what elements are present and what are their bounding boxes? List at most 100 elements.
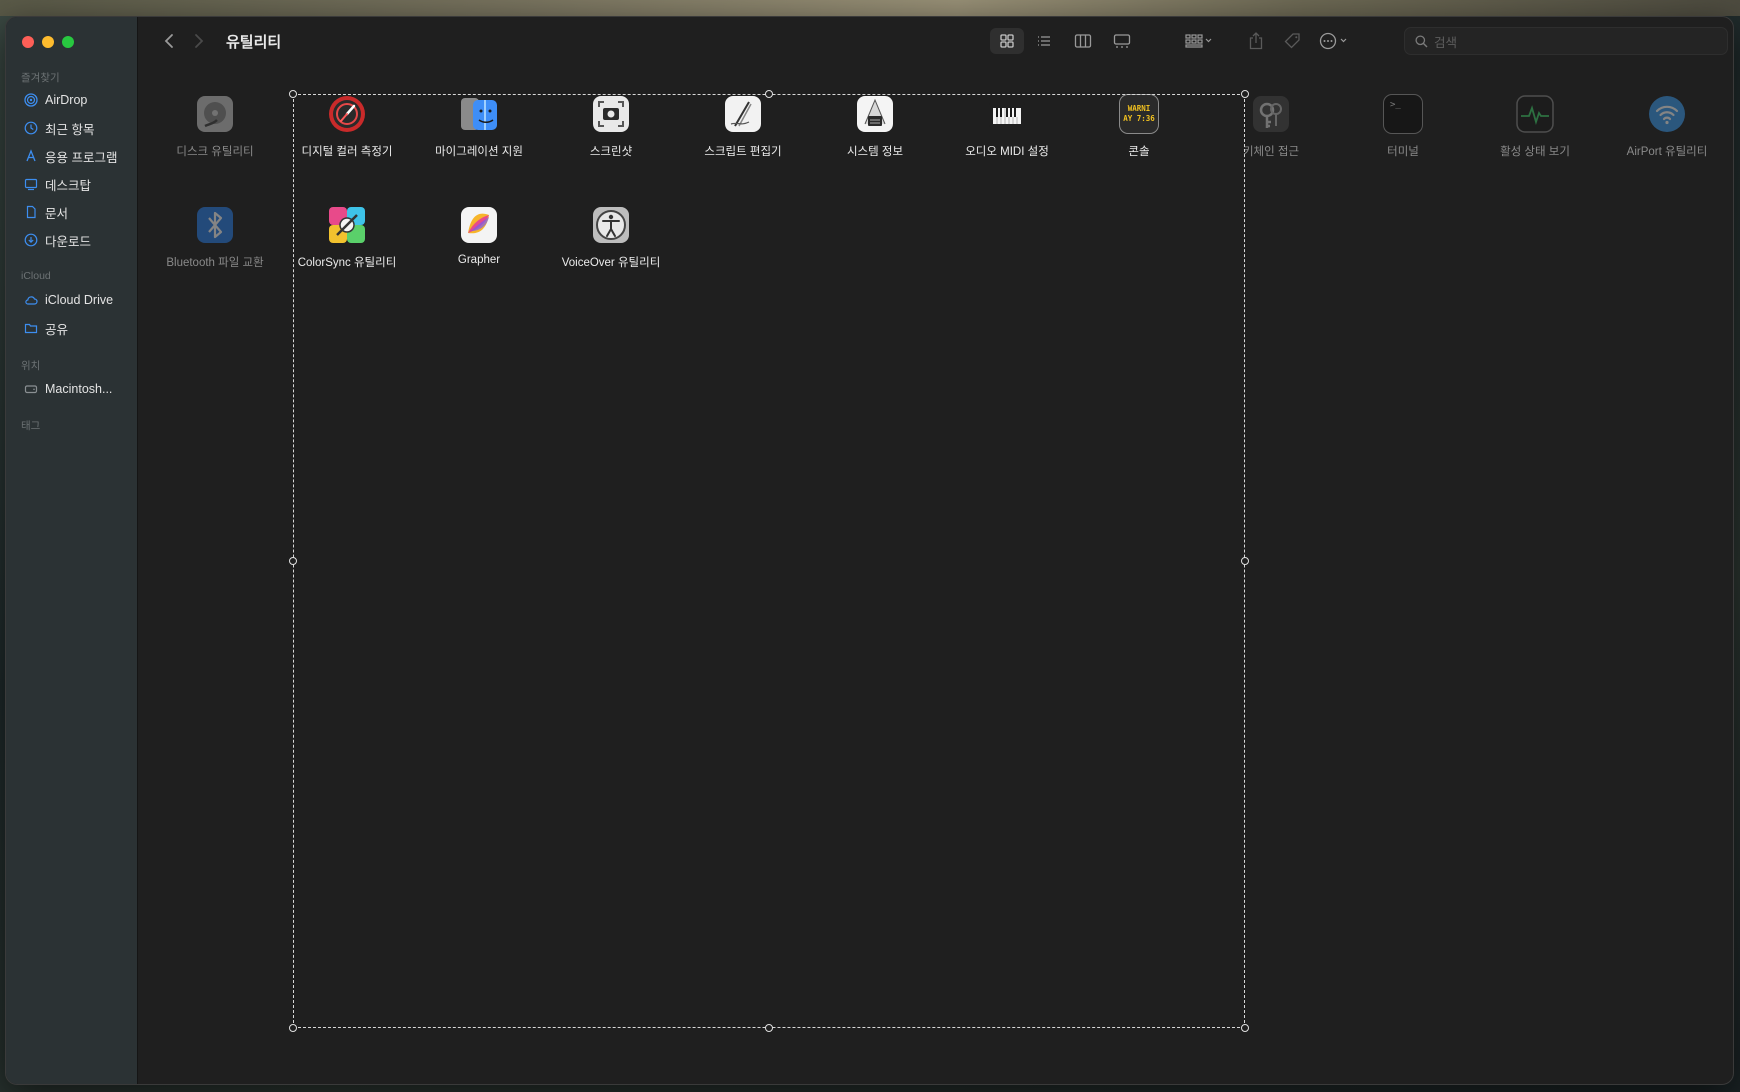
chevron-left-icon: [164, 34, 173, 48]
group-by-button[interactable]: [1179, 28, 1219, 54]
sidebar-item-label: 응용 프로그램: [45, 150, 118, 165]
view-columns-button[interactable]: [1066, 28, 1100, 54]
file-item-label: AirPort 유틸리티: [1626, 146, 1708, 158]
voiceover-icon: [591, 205, 631, 245]
file-item-bluetooth-file-exchange[interactable]: Bluetooth 파일 교환: [149, 205, 281, 270]
sidebar-item-recents[interactable]: 최근 항목: [24, 117, 94, 139]
sidebar-item-documents[interactable]: 문서: [24, 201, 68, 223]
window-title: 유틸리티: [226, 34, 282, 51]
file-item-keychain-access[interactable]: 키체인 접근: [1205, 94, 1337, 159]
file-item-activity-monitor[interactable]: 활성 상태 보기: [1469, 94, 1601, 159]
toolbar: 유틸리티 검색: [138, 17, 1733, 67]
file-item-migration-assistant[interactable]: 마이그레이션 지원: [413, 94, 545, 159]
search-field[interactable]: 검색: [1404, 27, 1728, 55]
shared-folder-icon: [24, 323, 38, 334]
file-item-terminal[interactable]: >_ 터미널: [1337, 94, 1469, 159]
cloud-icon: [25, 296, 38, 305]
sidebar-section-locations: 위치: [21, 360, 41, 372]
file-item-system-information[interactable]: 시스템 정보: [809, 94, 941, 159]
file-item-airport-utility[interactable]: AirPort 유틸리티: [1601, 94, 1733, 159]
sidebar-section-favorites: 즐겨찾기: [21, 72, 60, 84]
applications-icon: [26, 149, 36, 162]
gallery-icon: [1113, 34, 1131, 48]
file-item-disk-utility[interactable]: 디스크 유틸리티: [149, 94, 281, 159]
file-item-audio-midi-setup[interactable]: 오디오 MIDI 설정: [941, 94, 1073, 159]
finder-window: 즐겨찾기 AirDrop 최근 항목 응용 프로그램 데스크탑 문서 다운로드 …: [5, 16, 1734, 1085]
file-item-label: 스크린샷: [589, 146, 633, 158]
back-button[interactable]: [159, 31, 179, 51]
file-item-label: VoiceOver 유틸리티: [561, 257, 661, 269]
airport-utility-icon: [1647, 94, 1687, 134]
file-item-grapher[interactable]: Grapher: [413, 205, 545, 266]
file-item-label: 활성 상태 보기: [1500, 146, 1570, 158]
sidebar-item-label: 데스크탑: [45, 178, 92, 193]
sidebar-item-label: 공유: [45, 322, 69, 337]
sidebar-item-label: iCloud Drive: [45, 293, 114, 307]
sidebar-item-label: 최근 항목: [45, 122, 95, 137]
file-item-colorsync-utility[interactable]: ColorSync 유틸리티: [281, 205, 413, 270]
file-item-screenshot[interactable]: 스크린샷: [545, 94, 677, 159]
file-item-label: 스크립트 편집기: [704, 146, 782, 158]
console-icon-text-line1: WARNI: [1127, 104, 1151, 113]
sidebar-item-label: AirDrop: [45, 93, 88, 107]
disk-utility-icon: [195, 94, 235, 134]
download-icon: [24, 233, 38, 247]
ellipsis-circle-icon: [1319, 32, 1347, 50]
console-icon-text-line2: AY 7:36: [1123, 114, 1155, 123]
columns-icon: [1074, 34, 1092, 48]
sidebar-item-icloud-drive[interactable]: iCloud Drive: [24, 289, 113, 311]
chevron-right-icon: [195, 34, 204, 48]
sidebar-section-tags: 태그: [21, 420, 41, 432]
tag-icon: [1284, 33, 1300, 49]
audio-midi-icon: [987, 94, 1027, 134]
file-item-console[interactable]: WARNI AY 7:36 콘솔: [1073, 94, 1205, 159]
colorsync-icon: [327, 205, 367, 245]
drive-icon: [24, 385, 38, 394]
close-button[interactable]: [22, 36, 34, 48]
sidebar-item-macintosh-hd[interactable]: Macintosh...: [24, 378, 112, 400]
script-editor-icon: [723, 94, 763, 134]
minimize-button[interactable]: [42, 36, 54, 48]
file-item-label: Grapher: [457, 254, 501, 266]
sidebar-item-desktop[interactable]: 데스크탑: [24, 173, 91, 195]
sidebar-item-applications[interactable]: 응용 프로그램: [24, 145, 117, 167]
zoom-button[interactable]: [62, 36, 74, 48]
terminal-prompt: >_: [1390, 100, 1401, 110]
tag-button[interactable]: [1280, 28, 1306, 54]
view-list-button[interactable]: [1027, 28, 1061, 54]
desktop-icon: [24, 178, 38, 191]
file-item-label: ColorSync 유틸리티: [297, 257, 397, 269]
sidebar: 즐겨찾기 AirDrop 최근 항목 응용 프로그램 데스크탑 문서 다운로드 …: [6, 17, 138, 1084]
system-information-icon: [855, 94, 895, 134]
sidebar-item-label: 문서: [45, 206, 69, 221]
more-actions-button[interactable]: [1316, 28, 1356, 54]
forward-button[interactable]: [189, 31, 209, 51]
view-icons-button[interactable]: [990, 28, 1024, 54]
file-item-label: 콘솔: [1128, 146, 1150, 158]
file-item-script-editor[interactable]: 스크립트 편집기: [677, 94, 809, 159]
window-controls: [22, 36, 74, 48]
migration-assistant-icon: [459, 94, 499, 134]
group-grid-icon: [1185, 34, 1212, 48]
file-item-label: 터미널: [1387, 146, 1419, 158]
file-item-label: 시스템 정보: [846, 146, 904, 158]
grapher-icon: [459, 205, 499, 245]
screenshot-icon: [591, 94, 631, 134]
terminal-icon: >_: [1383, 94, 1423, 134]
view-gallery-button[interactable]: [1105, 28, 1139, 54]
sidebar-item-downloads[interactable]: 다운로드: [24, 229, 91, 251]
share-button[interactable]: [1243, 28, 1269, 54]
search-placeholder: 검색: [1434, 35, 1458, 50]
bluetooth-icon: [195, 205, 235, 245]
activity-monitor-icon: [1515, 94, 1555, 134]
file-item-label: Bluetooth 파일 교환: [166, 257, 264, 269]
file-item-label: 디스크 유틸리티: [176, 146, 254, 158]
file-grid: 디스크 유틸리티 디지털 컬러 측정기 마이그레이션 지원 스크린샷 스크립트: [138, 67, 1733, 1084]
sidebar-item-shared[interactable]: 공유: [24, 317, 68, 339]
keychain-icon: [1251, 94, 1291, 134]
file-item-digital-color-meter[interactable]: 디지털 컬러 측정기: [281, 94, 413, 159]
file-item-voiceover-utility[interactable]: VoiceOver 유틸리티: [545, 205, 677, 270]
sidebar-item-label: 다운로드: [45, 234, 92, 249]
file-item-label: 키체인 접근: [1242, 146, 1300, 158]
sidebar-item-airdrop[interactable]: AirDrop: [24, 89, 87, 111]
